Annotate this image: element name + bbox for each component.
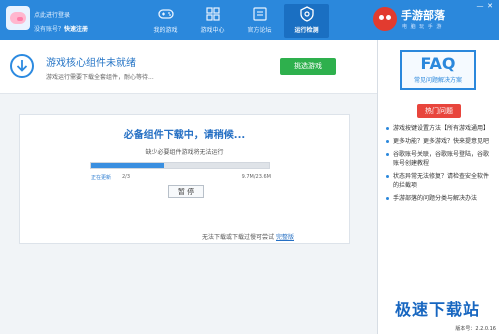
brand-title: 手游部落 <box>401 9 445 22</box>
title-bar: 点此进行登录 没有账号？快速注册 我的游戏 游戏中心 官方论坛 运行检测 手游部… <box>0 0 499 40</box>
account-info: 没有账号？快速注册 <box>34 24 88 33</box>
faq-button[interactable]: FAQ 常见问题解决方案 <box>400 50 476 90</box>
hot-question-item[interactable]: 手游部落的问题分类与解决办法 <box>386 194 494 203</box>
hot-questions-tag: 热门问题 <box>417 104 461 118</box>
shield-icon <box>299 6 314 22</box>
hot-question-item[interactable]: 状态异常无法修复？请检查安全软件的拦截项 <box>386 172 494 190</box>
nav-game-center[interactable]: 游戏中心 <box>190 4 235 38</box>
brand-mascot-icon <box>373 7 397 31</box>
progress-bar <box>90 162 270 169</box>
banner-description: 游戏运行需要下载全套组件，耐心等待... <box>46 74 154 81</box>
download-card: 必备组件下载中，请稍候... 缺少必要组件游戏将无法运行 正在更新 2/3 9.… <box>19 114 350 244</box>
help-text: 无法下载或下载过慢可尝试 <box>202 234 275 241</box>
nav-run-check[interactable]: 运行检测 <box>284 4 329 38</box>
nav-label: 我的游戏 <box>153 27 178 34</box>
hot-questions-list: 游戏按键设置方法【所有游戏通用】 更多功能？更多游戏？快来提意见吧 谷歌账号关联… <box>386 124 494 207</box>
component-count: 2/3 <box>122 174 131 180</box>
download-subtitle: 缺少必要组件游戏将无法运行 <box>145 149 224 156</box>
window-controls: — ✕ <box>475 2 495 11</box>
download-size: 9.7M/23.6M <box>241 174 271 180</box>
brand-subtitle: 电 脑 玩 手 游 <box>402 24 443 30</box>
quick-register-link[interactable]: 快速注册 <box>64 26 88 33</box>
update-status: 正在更新 <box>91 175 112 181</box>
download-icon <box>10 54 34 78</box>
mascot-eye <box>379 15 384 20</box>
close-icon[interactable]: ✕ <box>485 2 495 11</box>
progress-fill <box>91 163 164 168</box>
help-line: 无法下载或下载过慢可尝试 完整版 <box>0 232 377 241</box>
nav-label: 运行检测 <box>294 27 319 34</box>
gamepad-icon <box>157 9 174 19</box>
nav-label: 游戏中心 <box>200 27 225 34</box>
hot-question-item[interactable]: 谷歌账号关联，谷歌账号登陆，谷歌账号创建教程 <box>386 150 494 168</box>
forum-icon <box>252 7 267 21</box>
nav-label: 官方论坛 <box>247 27 272 34</box>
nav-forum[interactable]: 官方论坛 <box>237 4 282 38</box>
full-version-link[interactable]: 完整版 <box>276 234 294 241</box>
mascot-eye <box>386 15 391 20</box>
grid-icon <box>205 7 220 21</box>
hot-question-item[interactable]: 更多功能？更多游戏？快来提意见吧 <box>386 137 494 146</box>
site-watermark: 极速下载站 <box>395 296 495 320</box>
select-game-button[interactable]: 挑选游戏 <box>280 58 336 75</box>
main-nav: 我的游戏 游戏中心 官方论坛 运行检测 <box>143 4 331 38</box>
pig-snout <box>17 17 23 21</box>
faq-caption: 常见问题解决方案 <box>413 77 462 84</box>
banner-title: 游戏核心组件未就绪 <box>46 58 136 69</box>
no-account-text: 没有账号？ <box>34 26 65 33</box>
version-label: 版本号：2.2.0.16 <box>455 326 496 332</box>
avatar[interactable] <box>6 6 30 30</box>
hot-question-item[interactable]: 游戏按键设置方法【所有游戏通用】 <box>386 124 494 133</box>
minimize-icon[interactable]: — <box>475 2 485 11</box>
pause-button[interactable]: 暂 停 <box>168 185 204 198</box>
main-panel: 必备组件下载中，请稍候... 缺少必要组件游戏将无法运行 正在更新 2/3 9.… <box>0 94 377 334</box>
watermark-text: 极速下载站 <box>395 300 481 319</box>
right-sidebar: FAQ 常见问题解决方案 热门问题 游戏按键设置方法【所有游戏通用】 更多功能？… <box>377 40 499 334</box>
download-title: 必备组件下载中，请稍候... <box>123 130 246 141</box>
nav-my-games[interactable]: 我的游戏 <box>143 4 188 38</box>
login-link[interactable]: 点此进行登录 <box>34 10 70 19</box>
faq-title: FAQ <box>420 54 456 73</box>
progress-info: 正在更新 2/3 9.7M/23.6M <box>91 174 271 182</box>
brand-logo: 手游部落 电 脑 玩 手 游 <box>373 7 471 33</box>
